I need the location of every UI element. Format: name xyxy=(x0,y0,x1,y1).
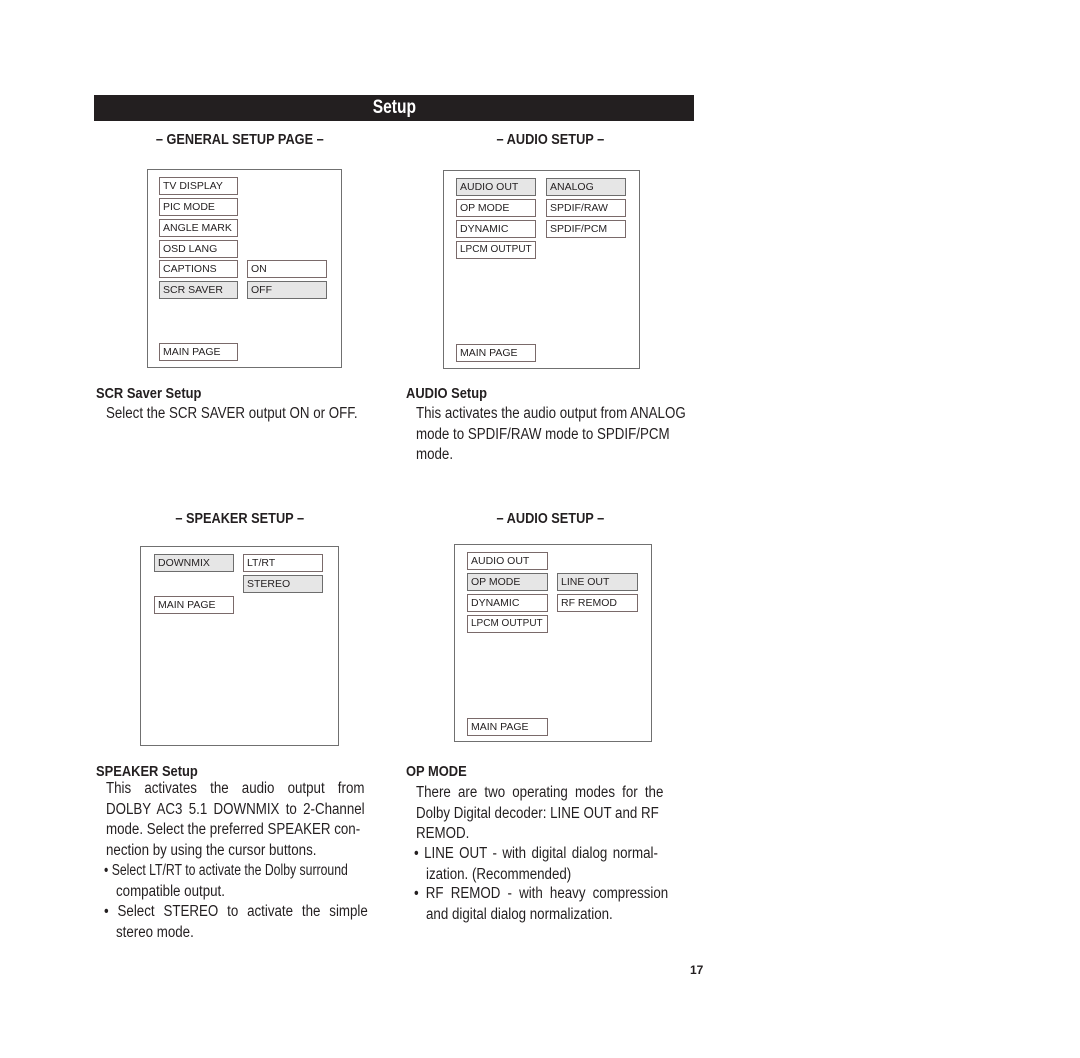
speaker-bullet-lt-rt: • Select LT/RT to activate the Dolby sur… xyxy=(104,861,394,902)
text-line: • Select STEREO to activate the simple xyxy=(104,903,368,920)
menu-item-angle-mark[interactable]: ANGLE MARK xyxy=(159,219,238,237)
op-mode-bullet-line-out: • LINE OUT - with digital dialog normal-… xyxy=(414,844,704,885)
option-lt-rt[interactable]: LT/RT xyxy=(243,554,323,572)
text-line: Dolby Digital decoder: LINE OUT and RF xyxy=(416,804,659,822)
menu-item-captions[interactable]: CAPTIONS xyxy=(159,260,238,278)
option-on[interactable]: ON xyxy=(247,260,327,278)
menu-item-tv-display[interactable]: TV DISPLAY xyxy=(159,177,238,195)
audio-setup-text: This activates the audio output from ANA… xyxy=(416,405,686,463)
scr-saver-text: Select the SCR SAVER output ON or OFF. xyxy=(106,405,358,422)
menu-item-lpcm-output[interactable]: LPCM OUTPUT xyxy=(467,615,548,633)
audio-setup-title-1: – AUDIO SETUP – xyxy=(496,131,604,148)
menu-item-audio-out[interactable]: AUDIO OUT xyxy=(467,552,548,570)
speaker-bullet-stereo: • Select STEREO to activate the simple s… xyxy=(104,902,394,943)
text-line: mode. Select the preferred SPEAKER con- xyxy=(106,821,361,838)
main-page-button[interactable]: MAIN PAGE xyxy=(456,344,536,362)
general-setup-title: – GENERAL SETUP PAGE – xyxy=(156,131,324,148)
page-header-banner: Setup xyxy=(94,95,694,121)
scr-saver-heading: SCR Saver Setup xyxy=(96,385,202,402)
option-stereo[interactable]: STEREO xyxy=(243,575,323,593)
page-header-title: Setup xyxy=(372,97,416,118)
option-line-out[interactable]: LINE OUT xyxy=(557,573,638,591)
text-line: nection by using the cursor buttons. xyxy=(106,841,317,859)
speaker-setup-text: This activates the audio output from DOL… xyxy=(106,779,391,861)
text-line: and digital dialog normalization. xyxy=(426,905,613,923)
text-line: DOLBY AC3 5.1 DOWNMIX to 2-Channel xyxy=(106,800,365,818)
op-mode-text: There are two operating modes for the Do… xyxy=(416,783,701,845)
audio-setup-heading: AUDIO Setup xyxy=(406,385,487,402)
option-rf-remod[interactable]: RF REMOD xyxy=(557,594,638,612)
menu-item-audio-out[interactable]: AUDIO OUT xyxy=(456,178,536,196)
menu-item-op-mode[interactable]: OP MODE xyxy=(467,573,548,591)
option-spdif-raw[interactable]: SPDIF/RAW xyxy=(546,199,626,217)
op-mode-heading: OP MODE xyxy=(406,763,467,780)
speaker-setup-heading: SPEAKER Setup xyxy=(96,763,198,780)
main-page-button[interactable]: MAIN PAGE xyxy=(154,596,234,614)
op-mode-bullet-rf-remod: • RF REMOD - with heavy compression and … xyxy=(414,884,704,925)
menu-item-dynamic[interactable]: DYNAMIC xyxy=(456,220,536,238)
option-spdif-pcm[interactable]: SPDIF/PCM xyxy=(546,220,626,238)
main-page-button[interactable]: MAIN PAGE xyxy=(467,718,548,736)
text-line: • LINE OUT - with digital dialog normal- xyxy=(414,845,658,862)
text-line: stereo mode. xyxy=(116,923,194,941)
menu-item-op-mode[interactable]: OP MODE xyxy=(456,199,536,217)
menu-item-downmix[interactable]: DOWNMIX xyxy=(154,554,234,572)
option-analog[interactable]: ANALOG xyxy=(546,178,626,196)
menu-item-lpcm-output[interactable]: LPCM OUTPUT xyxy=(456,241,536,259)
text-line: This activates the audio output from xyxy=(106,780,365,797)
menu-item-osd-lang[interactable]: OSD LANG xyxy=(159,240,238,258)
text-line: REMOD. xyxy=(416,825,470,842)
option-off[interactable]: OFF xyxy=(247,281,327,299)
menu-item-dynamic[interactable]: DYNAMIC xyxy=(467,594,548,612)
text-line: compatible output. xyxy=(116,882,225,900)
text-line: • Select LT/RT to activate the Dolby sur… xyxy=(104,862,348,879)
main-page-button[interactable]: MAIN PAGE xyxy=(159,343,238,361)
audio-setup-title-2: – AUDIO SETUP – xyxy=(496,510,604,527)
text-line: ization. (Recommended) xyxy=(426,865,572,883)
page-number: 17 xyxy=(690,963,704,977)
menu-item-pic-mode[interactable]: PIC MODE xyxy=(159,198,238,216)
text-line: There are two operating modes for the xyxy=(416,784,664,801)
speaker-setup-title: – SPEAKER SETUP – xyxy=(175,510,305,527)
menu-item-scr-saver[interactable]: SCR SAVER xyxy=(159,281,238,299)
text-line: • RF REMOD - with heavy compression xyxy=(414,885,669,902)
